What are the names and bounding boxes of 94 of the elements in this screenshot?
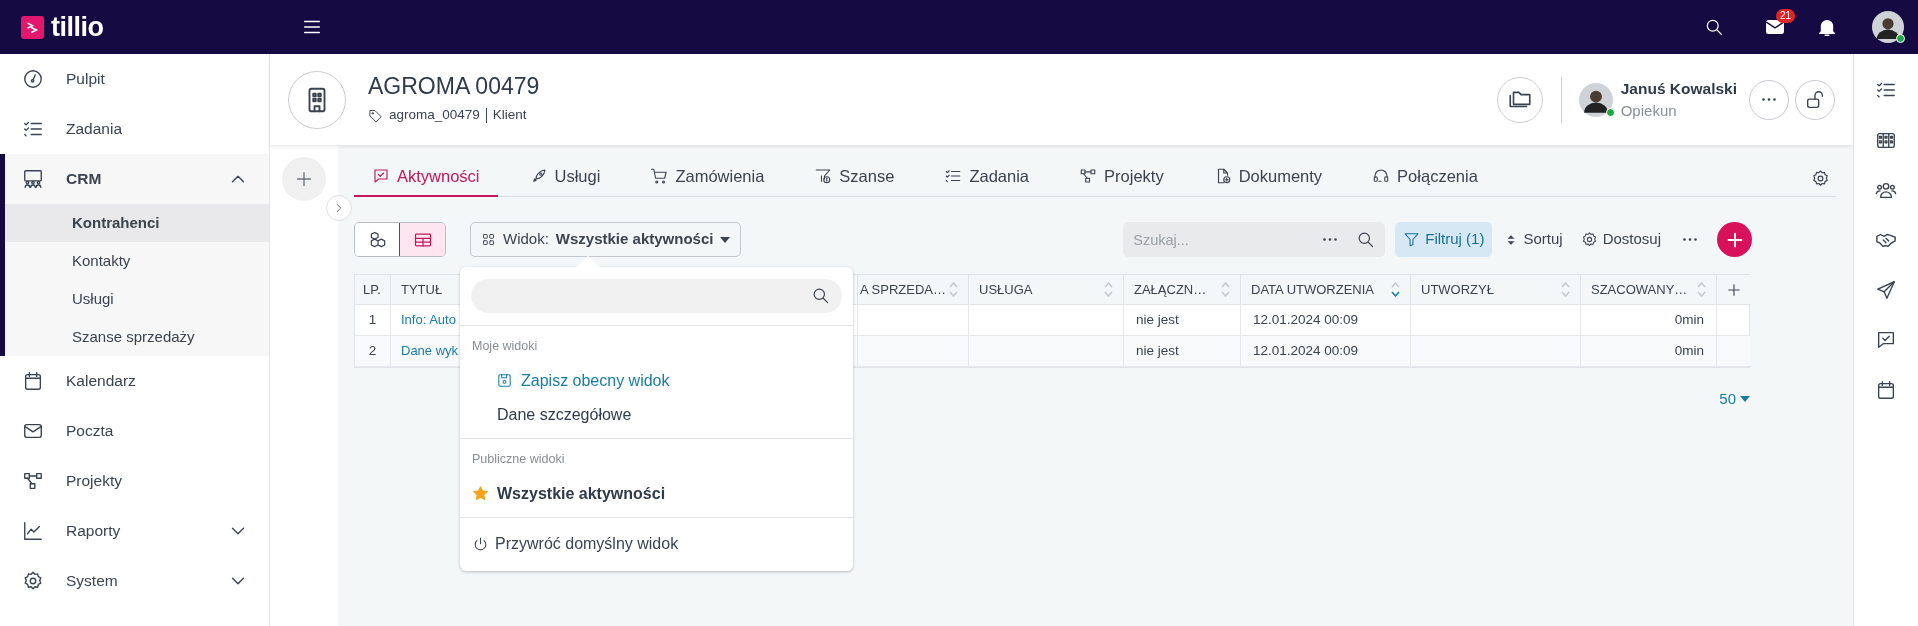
tab[interactable]: Szanse <box>796 157 913 197</box>
funnel-icon <box>1403 231 1421 248</box>
gauge-icon <box>22 68 44 90</box>
tab[interactable]: Połączenia <box>1354 157 1496 197</box>
reset-view-item[interactable]: Przywróć domyślny widok <box>460 516 853 571</box>
owner-role: Opiekun <box>1620 100 1678 121</box>
headset-icon <box>1372 167 1391 185</box>
save-view-item[interactable]: Zapisz obecny widok <box>460 363 853 398</box>
sidebar-item[interactable]: System <box>0 556 269 606</box>
owner-avatar[interactable] <box>1578 82 1613 117</box>
user-avatar[interactable] <box>1872 11 1904 43</box>
sidebar-item[interactable]: Kalendarz <box>0 356 269 406</box>
table-cell: 0min <box>1581 336 1717 367</box>
column-header[interactable]: ZAŁĄCZN… <box>1124 275 1241 305</box>
settings-icon <box>1580 231 1598 248</box>
column-header[interactable]: A SPRZEDA… <box>858 275 969 305</box>
people-board-icon <box>22 168 44 190</box>
sort-icon[interactable] <box>1391 282 1400 297</box>
lock-button[interactable] <box>1795 79 1835 120</box>
caret-icon <box>720 236 731 243</box>
sidebar-subitem[interactable]: Kontakty <box>5 242 269 280</box>
grid-icon <box>481 232 496 247</box>
tag-text: agroma_00479 <box>389 106 480 124</box>
add-button[interactable] <box>1717 222 1752 257</box>
line-chart-icon <box>22 520 44 542</box>
sidebar-item[interactable]: Zadania <box>0 104 269 154</box>
tab[interactable]: Zamówienia <box>632 157 783 197</box>
type-text: Klient <box>492 106 527 124</box>
menu-item[interactable]: Dane szczegółowe <box>460 397 853 432</box>
more-icon <box>1762 98 1776 101</box>
add-button[interactable] <box>282 157 326 201</box>
owner-name: Januś Kowalski <box>1620 78 1737 99</box>
section-heading: Publiczne widoki <box>471 450 566 468</box>
sort-button[interactable]: Sortuj <box>1498 222 1569 257</box>
column-header[interactable]: DATA UTWORZENIA <box>1241 275 1411 305</box>
logo-icon <box>21 15 44 39</box>
record-link[interactable]: Dane wyk <box>401 341 459 361</box>
sidebar-item[interactable]: Pulpit <box>0 54 269 104</box>
cards-view-button[interactable] <box>355 223 400 256</box>
tab[interactable]: Projekty <box>1061 157 1182 197</box>
sidebar-item[interactable]: Projekty <box>0 456 269 506</box>
search-icon <box>1356 230 1376 249</box>
sidebar-item[interactable]: Poczta <box>0 406 269 456</box>
search-field[interactable]: Szukaj... <box>1123 222 1386 257</box>
menu-search-field[interactable] <box>471 279 842 313</box>
paper-plane-icon <box>1875 279 1897 301</box>
sidebar-item[interactable]: CRM <box>5 154 269 204</box>
tab[interactable]: Dokumenty <box>1195 157 1341 197</box>
chat-icon <box>372 167 390 185</box>
column-header[interactable]: USŁUGA <box>969 275 1124 305</box>
calendar-icon <box>1875 379 1897 401</box>
caret-icon <box>1740 396 1750 403</box>
column-header[interactable]: LP. <box>355 275 391 305</box>
padlock-icon <box>1804 88 1826 111</box>
notification-count: 21 <box>1775 9 1795 23</box>
power-icon <box>472 535 489 553</box>
filter-button[interactable]: Filtruj (1) <box>1395 222 1493 257</box>
logo-text: tillio <box>51 10 104 44</box>
page-title: AGROMA 00479 <box>368 73 540 99</box>
search-icon <box>811 286 830 305</box>
sidebar-subitem[interactable]: Kontrahenci <box>5 204 269 242</box>
flowchart-icon <box>1079 167 1098 185</box>
view-dropdown[interactable]: Widok: Wszystkie aktywności <box>470 222 742 257</box>
table-cell: nie jest <box>1124 336 1241 367</box>
online-dot <box>1896 34 1905 43</box>
tab[interactable]: Aktywności <box>354 157 498 197</box>
settings-icon <box>22 570 44 592</box>
column-header[interactable]: UTWORZYŁ <box>1411 275 1581 305</box>
search-button[interactable] <box>1704 17 1724 37</box>
settings-icon <box>1811 168 1830 188</box>
sidebar-item[interactable]: Raporty <box>0 506 269 556</box>
funnel-coin-icon <box>814 167 833 185</box>
table-cell: 12.01.2024 00:09 <box>1241 336 1411 367</box>
tab[interactable]: Usługi <box>511 157 619 197</box>
column-header[interactable]: SZACOWANY… <box>1581 275 1717 305</box>
section-heading: Moje widoki <box>471 338 539 355</box>
table-cell: 2 <box>355 336 391 367</box>
table-view-button[interactable] <box>400 223 445 256</box>
tag-icon <box>368 107 383 123</box>
menu-item[interactable]: Wszystkie aktywności <box>460 476 853 511</box>
sidebar-subitem[interactable]: Szanse sprzedaży <box>5 318 269 356</box>
search-icon <box>1704 17 1724 37</box>
tab[interactable]: Zadania <box>926 157 1048 197</box>
more-icon <box>1323 238 1338 241</box>
sidebar-subitem[interactable]: Usługi <box>5 280 269 318</box>
cart-icon <box>650 167 669 185</box>
calendar-icon <box>22 370 44 392</box>
customize-button[interactable]: Dostosuj <box>1574 222 1667 257</box>
page-size-dropdown[interactable]: 50 <box>1719 388 1750 411</box>
checklist-icon <box>944 167 963 185</box>
chat-check-icon <box>1875 329 1897 351</box>
record-link[interactable]: Info: Auto <box>401 310 456 330</box>
more-icon <box>1683 238 1697 241</box>
flowchart-icon <box>22 470 44 492</box>
